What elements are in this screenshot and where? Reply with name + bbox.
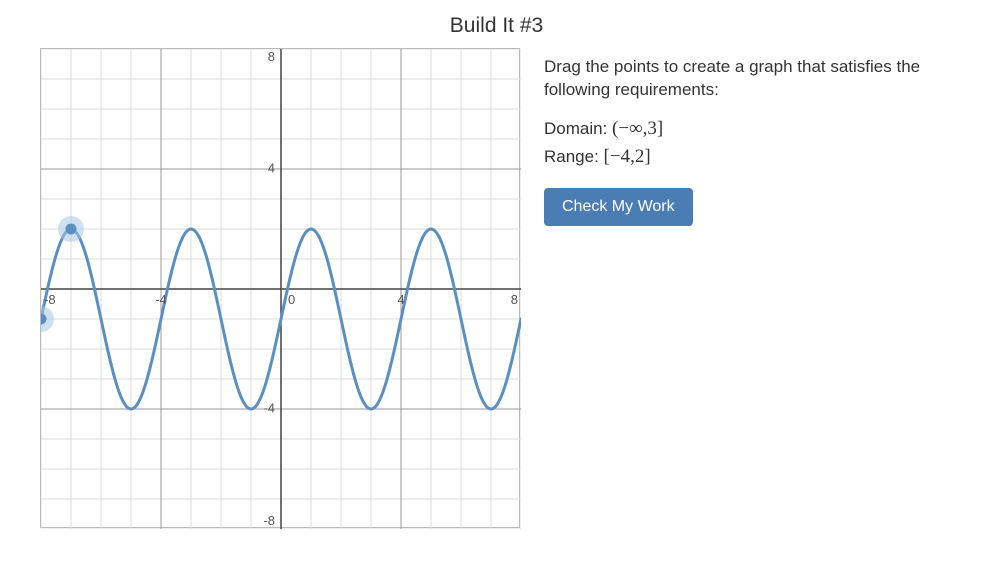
check-my-work-button[interactable]: Check My Work: [544, 188, 693, 226]
y-tick-label: -4: [263, 400, 275, 415]
x-tick-label: 8: [511, 292, 518, 307]
y-tick-label: 4: [268, 160, 275, 175]
domain-label: Domain:: [544, 119, 612, 138]
y-tick-label: -8: [263, 513, 275, 528]
y-tick-label: 8: [268, 49, 275, 64]
range-label: Range:: [544, 147, 604, 166]
x-tick-label: -8: [44, 292, 56, 307]
x-tick-label: 0: [288, 292, 295, 307]
side-panel: Drag the points to create a graph that s…: [544, 56, 974, 226]
domain-line: Domain: (−∞,3]: [544, 118, 974, 140]
instructions-text: Drag the points to create a graph that s…: [544, 56, 974, 102]
domain-value: (−∞,3]: [612, 118, 663, 139]
x-tick-label: 4: [397, 292, 404, 307]
range-line: Range: [−4,2]: [544, 146, 974, 168]
page-title: Build It #3: [0, 0, 993, 38]
range-value: [−4,2]: [604, 146, 651, 167]
x-tick-label: -4: [155, 292, 167, 307]
graph-panel[interactable]: -8 -4 0 4 8 -8 -4 4 8: [40, 48, 520, 528]
drag-point[interactable]: [66, 224, 77, 235]
coordinate-plane[interactable]: -8 -4 0 4 8 -8 -4 4 8: [41, 49, 521, 529]
